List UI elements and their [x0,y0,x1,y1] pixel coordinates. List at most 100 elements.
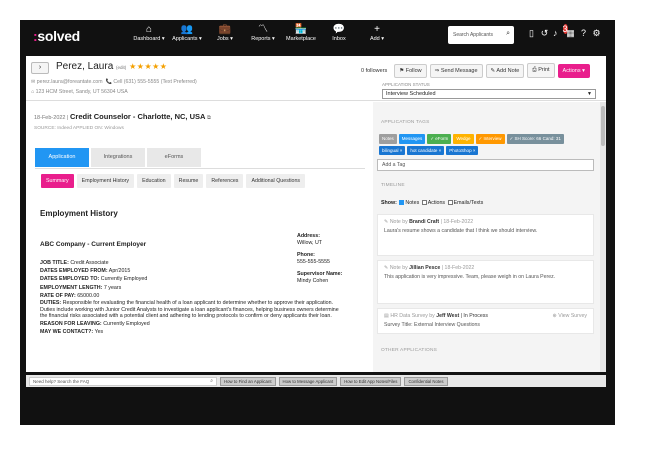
bookmark-icon[interactable]: ▯ [527,28,536,39]
tag-chip[interactable]: ✓ SH Score: 66 Cand: 31 [506,134,564,144]
add-tag-input[interactable]: Add a Tag [377,159,594,171]
tag-chip[interactable]: ✓ Interview [475,134,505,144]
isolved-logo[interactable]: :solved [33,28,80,44]
tag-chip[interactable]: PhotoShop × [446,146,479,155]
gear-icon[interactable]: ⚙ [592,28,601,39]
view-survey-link[interactable]: ⊕ View Survey [552,313,587,320]
tab-divider [35,168,365,169]
rate-row: RATE OF PAY: 65000.00 [40,292,100,299]
subtab-references[interactable]: References [206,174,244,188]
note-icon: ✎ [384,265,389,271]
actions-dropdown[interactable]: Actions ▾ [557,63,590,78]
search-icon[interactable]: ⌕ [506,30,510,38]
follow-button[interactable]: ⚑ Follow [394,63,427,78]
calendar-icon[interactable]: ▦ [566,28,575,39]
chat-icon: 💬 [332,24,346,35]
chevron-down-icon: ▼ [587,91,592,97]
actions-checkbox[interactable] [421,200,427,205]
timeline-filters: Show: Notes Actions Emails/Texts [381,200,484,206]
section-heading: Employment History [40,209,118,218]
chevron-right-icon[interactable]: › [31,62,49,74]
search-icon: ⌕ [210,377,213,384]
help-link[interactable]: How to Edit App Notes/Files [340,376,402,386]
help-link[interactable]: How to Message Applicant [278,376,338,386]
tag-chip[interactable]: Notes [379,134,397,144]
tags-label: APPLICATION TAGS [381,120,430,125]
reason-row: REASON FOR LEAVING: Currently Employed [40,320,150,327]
nav-reports[interactable]: 〽 Reports ▾ [244,24,282,42]
store-icon: 🏪 [294,24,308,35]
timeline-note: ✎ Note by Brandi Craft | 18-Feb-2022 Lau… [377,214,594,256]
bell-icon[interactable]: ♪ 3 [553,24,568,39]
other-applications-label: OTHER APPLICATIONS [381,348,438,353]
dashboard-icon: ⌂ [145,24,153,35]
main-content: › Perez, Laura (edit) ★★★★★ ✉ perez.laur… [26,56,606,372]
help-icon[interactable]: ? [579,28,588,39]
nav-jobs[interactable]: 💼 Jobs ▾ [206,24,244,42]
address-line: ⌂ 123 HCM Street, Sandy, UT 56304 USA [31,89,128,95]
to-row: DATES EMPLOYED TO: Currently Employed [40,276,148,283]
scrollbar[interactable] [600,102,606,372]
tab-application[interactable]: Application [35,148,89,167]
subtab-employment-history[interactable]: Employment History [76,174,135,188]
employer-contact: Address: Willow, UT Phone: 555-555-5555 … [297,233,343,284]
faq-search-input[interactable]: Need help? Search the FAQ ⌕ [29,376,217,386]
sub-tabs: Summary Employment History Education Res… [41,174,306,188]
nav-inbox[interactable]: 💬 Inbox [320,24,358,42]
help-link[interactable]: How to Find an Applicant [220,376,276,386]
edit-link[interactable]: (edit) [116,65,126,70]
contact-line: ✉ perez.laura@foreantate.com 📞 Cell (631… [31,79,197,85]
contact-row: MAY WE CONTACT?: Yes [40,329,104,335]
company-name: ABC Company - Current Employer [40,241,147,248]
email-link[interactable]: perez.laura@foreantate.com [37,79,103,85]
nav-add[interactable]: + Add ▾ [358,24,396,42]
duties-row: DUTIES: Responsible for evaluating the f… [40,300,339,320]
scrollbar-thumb[interactable] [601,106,605,146]
search-input[interactable]: Search Applicants ⌕ [448,26,514,44]
job-title-row: JOB TITLE: Credit Associate [40,260,109,266]
tag-chip[interactable]: ✓ eForm [427,134,452,144]
help-footer: Need help? Search the FAQ ⌕ How to Find a… [26,375,606,387]
phone-text: Cell (631) 555-5555 (Text Preferred) [113,79,197,85]
status-label: APPLICATION STATUS [382,82,430,87]
status-select[interactable]: Interview Scheduled ▼ [382,89,596,99]
notes-checkbox[interactable] [399,200,405,205]
tag-chip[interactable]: Messages [398,134,426,144]
length-row: EMPLOYMENT LENGTH: 7 years [40,284,122,291]
timeline-note: ✎ Note by Jillian Pesce | 18-Feb-2022 Th… [377,260,594,304]
candidate-name: Perez, Laura (edit) ★★★★★ [56,61,168,72]
send-message-button[interactable]: ⇒ Send Message [429,63,483,78]
briefcase-icon: 💼 [218,24,232,35]
from-row: DATES EMPLOYED FROM: Apr/2015 [40,268,131,275]
subtab-resume[interactable]: Resume [173,174,204,188]
source-line: SOURCE: Indeed APPLIED ON: Windows [34,126,124,131]
help-link[interactable]: Confidential Notes [404,376,448,386]
note-icon: ✎ [384,219,389,225]
subtab-summary[interactable]: Summary [41,174,74,188]
emails-checkbox[interactable] [447,200,453,205]
side-panel: APPLICATION TAGS Notes Messages ✓ eForm Wed… [373,102,606,372]
nav-marketplace[interactable]: 🏪 Marketplace [282,24,320,42]
tag-chip[interactable]: Wedge [453,134,474,144]
print-button[interactable]: ⎙ Print [527,63,555,78]
external-link-icon[interactable]: ⧉ [207,115,211,121]
nav-dashboard[interactable]: ⌂ Dashboard ▾ [130,24,168,42]
history-icon[interactable]: ↺ [540,28,549,39]
toolbar-icons: ▯ ↺ ♪ 3 ▦ ? ⚙ [527,24,601,39]
subtab-education[interactable]: Education [137,174,171,188]
rating-stars[interactable]: ★★★★★ [129,62,167,71]
people-icon: 👥 [180,24,194,35]
tag-chip[interactable]: hot candidate × [407,146,445,155]
plus-icon: + [374,24,380,35]
subtab-additional-questions[interactable]: Additional Questions [246,174,306,188]
job-title-link[interactable]: Credit Counselor - Charlotte, NC, USA [70,112,205,121]
chart-icon: 〽 [258,24,268,35]
add-note-button[interactable]: ✎ Add Note [485,63,525,78]
tab-integrations[interactable]: Integrations [91,148,145,167]
followers-count: 0 followers [361,67,388,74]
top-navbar: :solved ⌂ Dashboard ▾ 👥 Applicants ▾ 💼 Jobs… [20,20,615,52]
tab-eforms[interactable]: eForms [147,148,201,167]
tag-chip[interactable]: bilingual × [379,146,406,155]
main-tabs: Application Integrations eForms [35,148,203,167]
nav-applicants[interactable]: 👥 Applicants ▾ [168,24,206,42]
